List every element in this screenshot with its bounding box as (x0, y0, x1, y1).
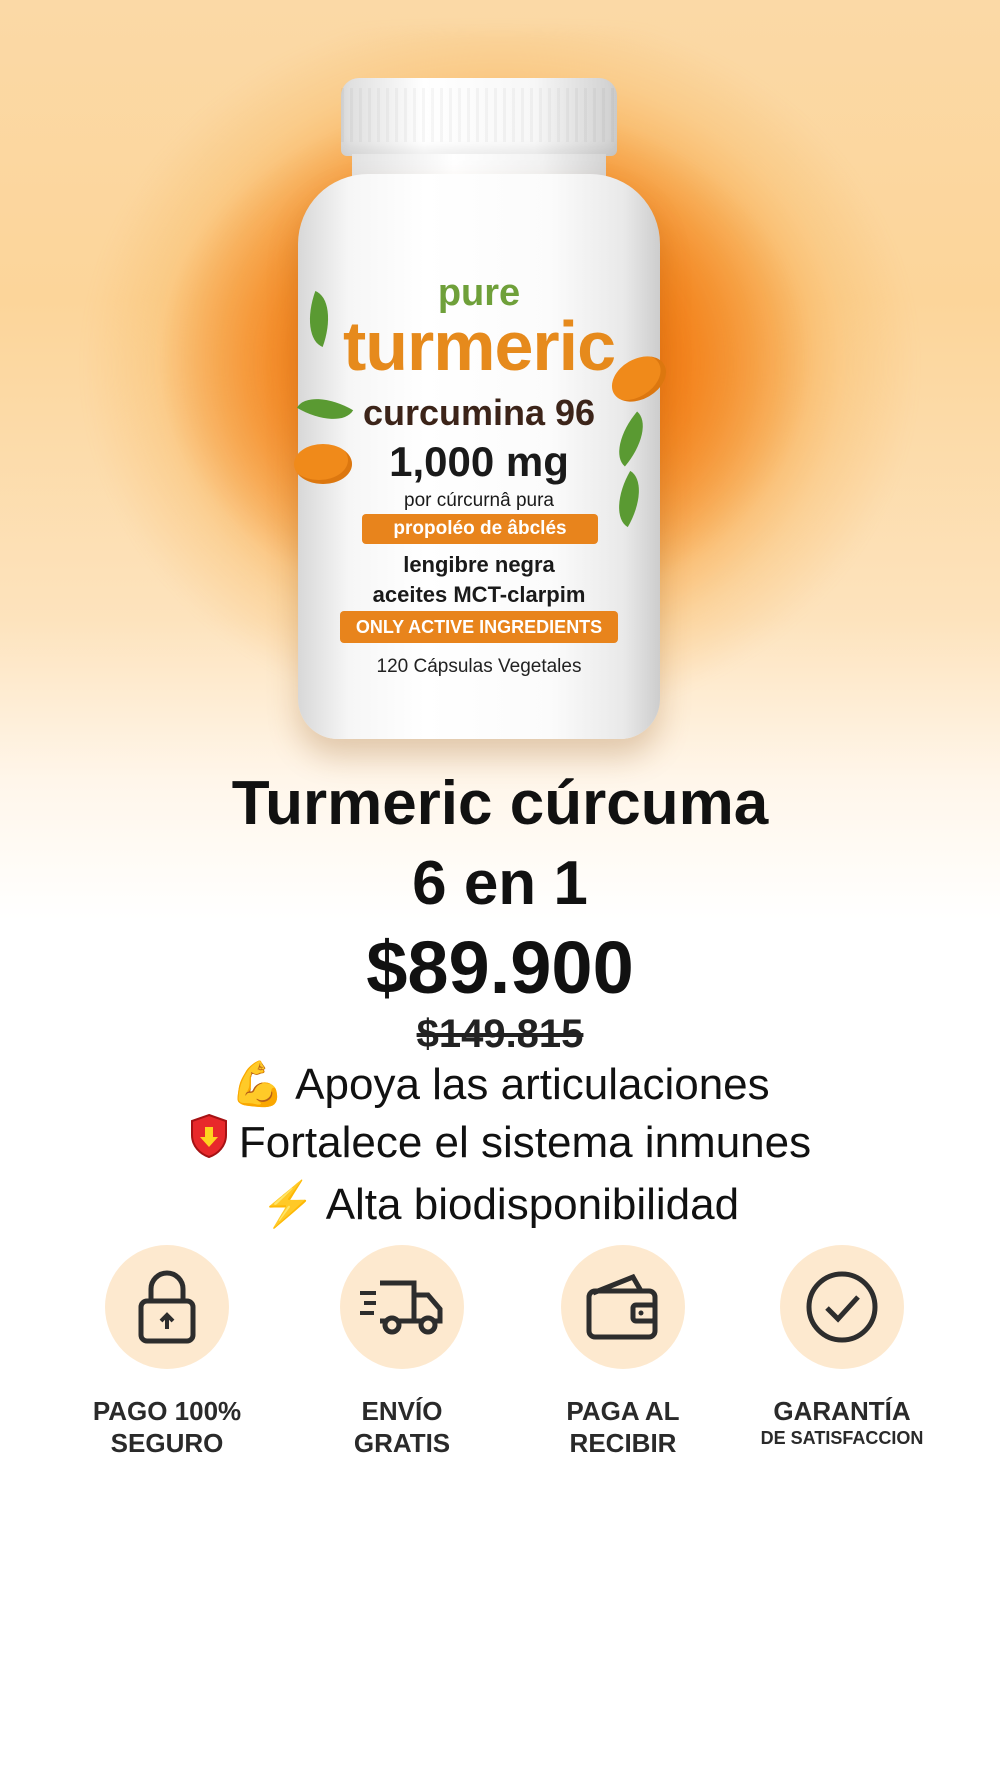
benefit-item: ⚡ Alta biodisponibilidad (0, 1178, 1000, 1230)
badge-label-line2: DE SATISFACCION (760, 1428, 924, 1448)
flexed-biceps-icon: 💪 (230, 1060, 286, 1109)
bottle-label-brand: turmeric (342, 307, 616, 385)
benefit-item: 💪 Apoya las articulaciones (0, 1058, 1000, 1110)
bottle-cap (341, 78, 617, 156)
bottle-label-capsules: 120 Cápsulas Vegetales (376, 656, 582, 677)
badge-label-line1: PAGA AL (566, 1396, 680, 1426)
benefit-text: Apoya las articulaciones (295, 1060, 770, 1109)
badge-label-line1: ENVÍO (361, 1396, 443, 1426)
delivery-truck-icon (360, 1280, 443, 1335)
lock-icon (138, 1270, 196, 1344)
bottle-label-ingredient1: lengibre negra (403, 552, 555, 577)
lightning-icon: ⚡ (260, 1180, 316, 1229)
product-old-price: $149.815 (416, 1012, 584, 1056)
badge-label-line2: RECIBIR (569, 1428, 677, 1458)
benefit-item: Fortalece el sistema inmunes (0, 1113, 1000, 1170)
bottle-label-dose: 1,000 mg (389, 438, 569, 485)
product-price: $89.900 (366, 926, 634, 1009)
benefit-text: Alta biodisponibilidad (325, 1180, 740, 1229)
bottle-label-ingredient2: aceites MCT-clarpim (372, 582, 586, 607)
badge-label-line1: GARANTÍA (773, 1396, 911, 1426)
bottle-label-curcumina: curcumina 96 (362, 392, 596, 433)
badge-pay-on-delivery: PAGA AL RECIBIR (518, 1245, 728, 1459)
wallet-icon (586, 1273, 658, 1340)
badge-circle (105, 1245, 229, 1369)
product-title-line1: Turmeric cúrcuma (231, 769, 769, 838)
badge-circle (340, 1245, 464, 1369)
product-bottle: pure turmeric curcumina 96 1,000 mg por … (294, 174, 675, 739)
benefit-text: Fortalece el sistema inmunes (238, 1118, 812, 1167)
trust-badges: PAGO 100% SEGURO ENVÍO GRATIS PAGA AL RE… (60, 1245, 940, 1475)
badge-free-shipping: ENVÍO GRATIS (297, 1245, 507, 1459)
bottle-label-per: por cúrcurnâ pura (404, 490, 554, 511)
shield-icon (189, 1113, 229, 1170)
bottle-label-tag1: propoléo de âbclés (362, 514, 598, 544)
badge-satisfaction-guarantee: GARANTÍA DE SATISFACCION (737, 1245, 947, 1449)
badge-secure-payment: PAGO 100% SEGURO (62, 1245, 272, 1459)
badge-circle (561, 1245, 685, 1369)
product-title-line2: 6 en 1 (412, 849, 588, 918)
checkmark-circle-icon (806, 1271, 878, 1343)
badge-circle (780, 1245, 904, 1369)
badge-label-line2: SEGURO (110, 1428, 224, 1458)
bottle-label-tag2: ONLY ACTIVE INGREDIENTS (340, 611, 618, 643)
badge-label-line1: PAGO 100% (92, 1396, 242, 1426)
badge-label-line2: GRATIS (353, 1428, 451, 1458)
